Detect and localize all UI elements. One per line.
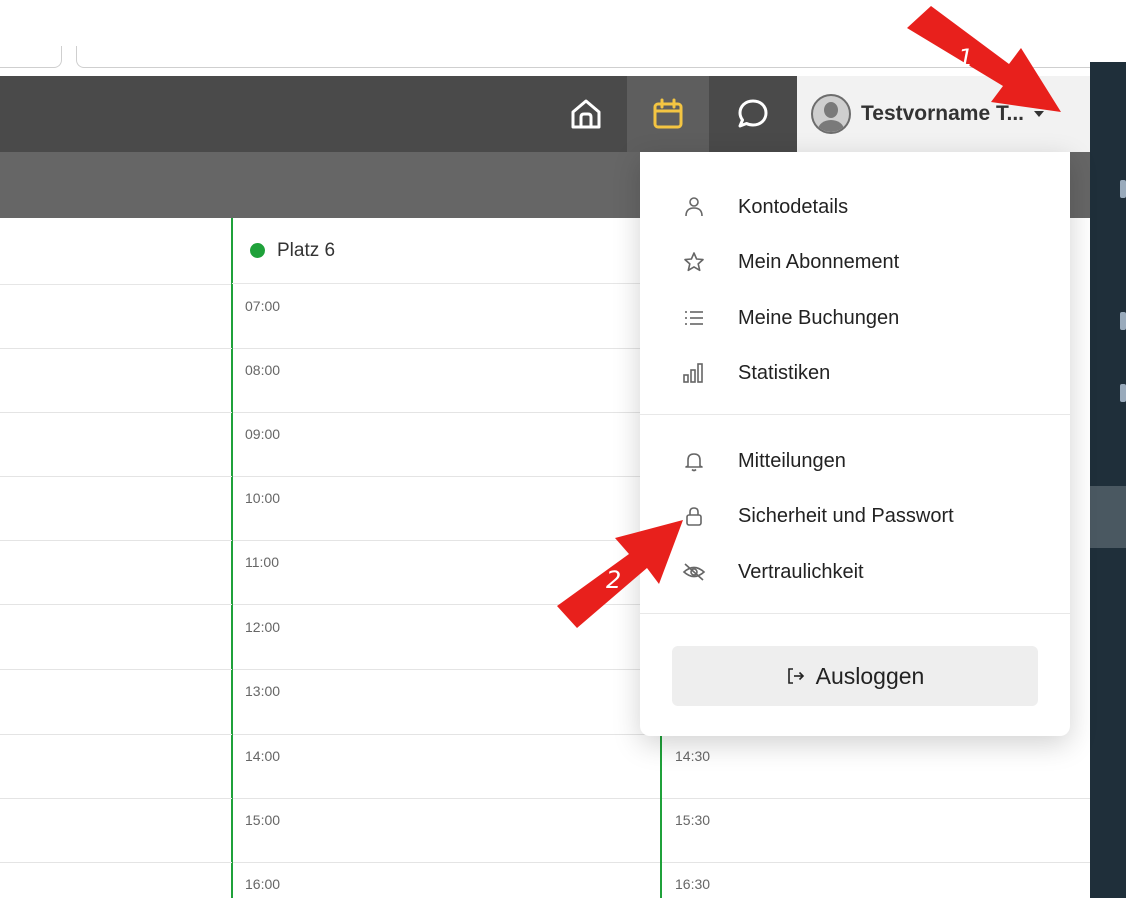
- right-side-panel: [1090, 62, 1126, 898]
- court-header[interactable]: Platz 6: [232, 218, 662, 284]
- menu-item-label: Vertraulichkeit: [738, 560, 864, 583]
- avatar: [811, 94, 851, 134]
- user-dropdown-menu: Kontodetails Mein Abonnement Meine Buchu…: [640, 152, 1070, 736]
- menu-item-buchungen[interactable]: Meine Buchungen: [640, 290, 1070, 346]
- time-slot-label: 07:00: [245, 298, 281, 314]
- menu-item-statistiken[interactable]: Statistiken: [640, 345, 1070, 401]
- list-icon: [682, 306, 706, 330]
- time-slot-label: 13:00: [245, 683, 281, 699]
- grid-line: [0, 412, 232, 413]
- time-slot-label: 08:00: [245, 362, 281, 378]
- grid-line: [0, 669, 232, 670]
- logout-icon: [787, 668, 804, 684]
- time-slot-label: 10:00: [245, 490, 281, 506]
- grid-line: [0, 734, 232, 735]
- court-name: Platz 6: [277, 239, 336, 261]
- grid-line: [662, 862, 1090, 863]
- time-slot-label: 15:30: [675, 812, 711, 828]
- grid-line: [0, 604, 232, 605]
- menu-item-label: Meine Buchungen: [738, 306, 900, 329]
- grid-line: [0, 284, 232, 285]
- panel-mark: [1120, 384, 1126, 402]
- grid-line: [233, 798, 660, 799]
- menu-item-label: Statistiken: [738, 361, 831, 384]
- user-icon: [682, 195, 706, 219]
- menu-item-kontodetails[interactable]: Kontodetails: [640, 179, 1070, 235]
- menu-divider: [640, 613, 1070, 614]
- time-slot-label: 16:30: [675, 876, 711, 892]
- grid-line: [0, 540, 232, 541]
- logout-label: Ausloggen: [815, 662, 925, 689]
- logout-button[interactable]: Ausloggen: [672, 646, 1038, 706]
- menu-item-abonnement[interactable]: Mein Abonnement: [640, 234, 1070, 290]
- menu-item-label: Mein Abonnement: [738, 250, 900, 273]
- grid-line: [233, 862, 660, 863]
- annotation-arrow-1: [907, 6, 1061, 112]
- court-status-dot: [250, 243, 265, 258]
- grid-line: [0, 798, 232, 799]
- annotation-number-1: 1: [958, 44, 974, 72]
- chat-button[interactable]: [709, 76, 797, 152]
- menu-item-label: Sicherheit und Passwort: [738, 504, 954, 527]
- time-slot-label: 14:00: [245, 748, 281, 764]
- browser-field-left: [0, 46, 62, 68]
- grid-line: [233, 734, 660, 735]
- time-slot-label: 11:00: [245, 554, 279, 570]
- time-slot-label: 16:00: [245, 876, 281, 892]
- time-slot-label: 12:00: [245, 619, 281, 635]
- panel-mark: [1120, 312, 1126, 330]
- grid-line: [233, 476, 660, 477]
- menu-item-vertraulichkeit[interactable]: Vertraulichkeit: [640, 544, 1070, 600]
- menu-item-label: Mitteilungen: [738, 449, 846, 472]
- annotation-number-2: 2: [606, 566, 622, 594]
- menu-item-mitteilungen[interactable]: Mitteilungen: [640, 433, 1070, 489]
- court-column-border: [231, 218, 233, 898]
- grid-line: [233, 669, 660, 670]
- calendar-icon: [653, 98, 683, 129]
- home-icon: [571, 99, 601, 129]
- star-icon: [682, 250, 706, 274]
- grid-line: [0, 348, 232, 349]
- grid-line: [233, 348, 660, 349]
- grid-line: [662, 798, 1090, 799]
- bell-icon: [682, 449, 706, 473]
- chat-icon: [738, 99, 768, 128]
- grid-line: [0, 862, 232, 863]
- time-slot-label: 15:00: [245, 812, 281, 828]
- home-button[interactable]: [545, 76, 627, 152]
- grid-line: [233, 412, 660, 413]
- calendar-button[interactable]: [627, 76, 709, 152]
- menu-divider: [640, 414, 1070, 415]
- menu-item-sicherheit[interactable]: Sicherheit und Passwort: [640, 488, 1070, 544]
- menu-item-label: Kontodetails: [738, 195, 849, 218]
- panel-highlight: [1090, 486, 1126, 548]
- time-slot-label: 14:30: [675, 748, 711, 764]
- bar-chart-icon: [682, 361, 706, 385]
- time-slot-label: 09:00: [245, 426, 281, 442]
- panel-mark: [1120, 180, 1126, 198]
- grid-line: [0, 476, 232, 477]
